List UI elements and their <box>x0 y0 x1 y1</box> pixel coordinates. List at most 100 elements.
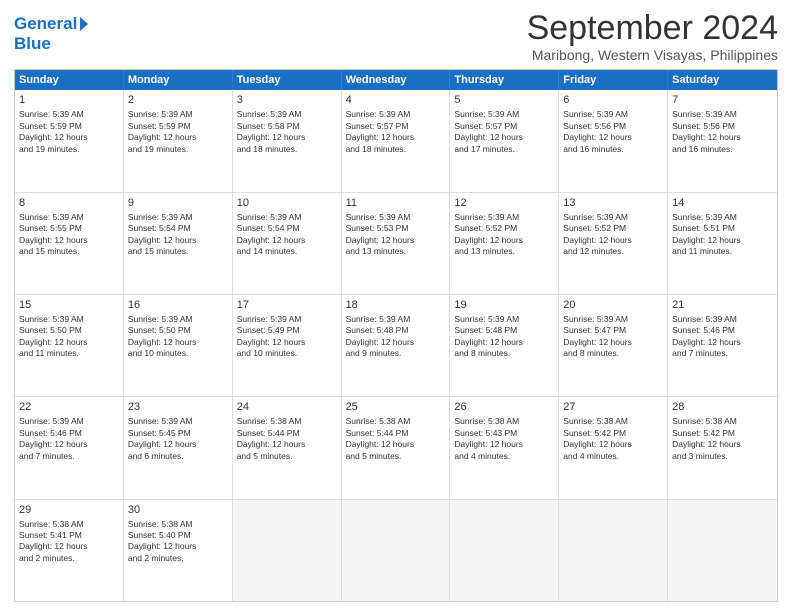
day-2: 2 Sunrise: 5:39 AM Sunset: 5:59 PM Dayli… <box>124 90 233 191</box>
day-5-line3: Daylight: 12 hours <box>454 132 523 142</box>
day-2-line2: Sunset: 5:59 PM <box>128 121 191 131</box>
day-num-30: 30 <box>128 503 228 518</box>
day-6: 6 Sunrise: 5:39 AM Sunset: 5:56 PM Dayli… <box>559 90 668 191</box>
empty-cell-2 <box>342 500 451 601</box>
day-29: 29 Sunrise: 5:38 AM Sunset: 5:41 PM Dayl… <box>15 500 124 601</box>
header-saturday: Saturday <box>668 70 777 90</box>
day-7-line4: and 16 minutes. <box>672 144 732 154</box>
day-num-6: 6 <box>563 93 663 108</box>
week-row-1: 1 Sunrise: 5:39 AM Sunset: 5:59 PM Dayli… <box>15 90 777 192</box>
day-3: 3 Sunrise: 5:39 AM Sunset: 5:58 PM Dayli… <box>233 90 342 191</box>
day-1-line4: and 19 minutes. <box>19 144 79 154</box>
day-num-22: 22 <box>19 400 119 415</box>
header: General Blue September 2024 Maribong, We… <box>14 10 778 63</box>
day-num-9: 9 <box>128 196 228 211</box>
day-6-line2: Sunset: 5:56 PM <box>563 121 626 131</box>
day-num-13: 13 <box>563 196 663 211</box>
day-4: 4 Sunrise: 5:39 AM Sunset: 5:57 PM Dayli… <box>342 90 451 191</box>
month-title: September 2024 <box>527 10 778 47</box>
day-30: 30 Sunrise: 5:38 AM Sunset: 5:40 PM Dayl… <box>124 500 233 601</box>
day-num-4: 4 <box>346 93 446 108</box>
empty-cell-3 <box>450 500 559 601</box>
empty-cell-4 <box>559 500 668 601</box>
day-num-5: 5 <box>454 93 554 108</box>
day-6-line1: Sunrise: 5:39 AM <box>563 109 628 119</box>
calendar: Sunday Monday Tuesday Wednesday Thursday… <box>14 69 778 602</box>
day-15: 15 Sunrise: 5:39 AM Sunset: 5:50 PM Dayl… <box>15 295 124 396</box>
day-7-line2: Sunset: 5:56 PM <box>672 121 735 131</box>
header-tuesday: Tuesday <box>233 70 342 90</box>
day-14: 14 Sunrise: 5:39 AM Sunset: 5:51 PM Dayl… <box>668 193 777 294</box>
day-17: 17 Sunrise: 5:39 AM Sunset: 5:49 PM Dayl… <box>233 295 342 396</box>
day-num-18: 18 <box>346 298 446 313</box>
day-5-line4: and 17 minutes. <box>454 144 514 154</box>
day-6-line4: and 16 minutes. <box>563 144 623 154</box>
day-23: 23 Sunrise: 5:39 AM Sunset: 5:45 PM Dayl… <box>124 397 233 498</box>
day-num-23: 23 <box>128 400 228 415</box>
day-1-line2: Sunset: 5:59 PM <box>19 121 82 131</box>
day-5-line2: Sunset: 5:57 PM <box>454 121 517 131</box>
day-6-line3: Daylight: 12 hours <box>563 132 632 142</box>
day-num-17: 17 <box>237 298 337 313</box>
day-5: 5 Sunrise: 5:39 AM Sunset: 5:57 PM Dayli… <box>450 90 559 191</box>
week-row-2: 8 Sunrise: 5:39 AM Sunset: 5:55 PM Dayli… <box>15 193 777 295</box>
header-monday: Monday <box>124 70 233 90</box>
day-num-19: 19 <box>454 298 554 313</box>
day-3-line3: Daylight: 12 hours <box>237 132 306 142</box>
day-19: 19 Sunrise: 5:39 AM Sunset: 5:48 PM Dayl… <box>450 295 559 396</box>
day-1-line1: Sunrise: 5:39 AM <box>19 109 84 119</box>
day-26: 26 Sunrise: 5:38 AM Sunset: 5:43 PM Dayl… <box>450 397 559 498</box>
day-num-12: 12 <box>454 196 554 211</box>
day-1-line3: Daylight: 12 hours <box>19 132 88 142</box>
week-row-3: 15 Sunrise: 5:39 AM Sunset: 5:50 PM Dayl… <box>15 295 777 397</box>
day-num-26: 26 <box>454 400 554 415</box>
day-num-15: 15 <box>19 298 119 313</box>
day-4-line1: Sunrise: 5:39 AM <box>346 109 411 119</box>
day-num-8: 8 <box>19 196 119 211</box>
title-area: September 2024 Maribong, Western Visayas… <box>527 10 778 63</box>
page: General Blue September 2024 Maribong, We… <box>0 0 792 612</box>
day-18: 18 Sunrise: 5:39 AM Sunset: 5:48 PM Dayl… <box>342 295 451 396</box>
logo-general-text: General <box>14 14 77 34</box>
header-friday: Friday <box>559 70 668 90</box>
day-num-1: 1 <box>19 93 119 108</box>
day-num-16: 16 <box>128 298 228 313</box>
logo: General Blue <box>14 10 88 54</box>
day-3-line2: Sunset: 5:58 PM <box>237 121 300 131</box>
day-num-29: 29 <box>19 503 119 518</box>
day-20: 20 Sunrise: 5:39 AM Sunset: 5:47 PM Dayl… <box>559 295 668 396</box>
calendar-body: 1 Sunrise: 5:39 AM Sunset: 5:59 PM Dayli… <box>15 90 777 601</box>
day-4-line2: Sunset: 5:57 PM <box>346 121 409 131</box>
day-4-line4: and 18 minutes. <box>346 144 406 154</box>
day-27: 27 Sunrise: 5:38 AM Sunset: 5:42 PM Dayl… <box>559 397 668 498</box>
week-row-5: 29 Sunrise: 5:38 AM Sunset: 5:41 PM Dayl… <box>15 500 777 601</box>
day-1: 1 Sunrise: 5:39 AM Sunset: 5:59 PM Dayli… <box>15 90 124 191</box>
day-12: 12 Sunrise: 5:39 AM Sunset: 5:52 PM Dayl… <box>450 193 559 294</box>
day-9: 9 Sunrise: 5:39 AM Sunset: 5:54 PM Dayli… <box>124 193 233 294</box>
day-num-10: 10 <box>237 196 337 211</box>
week-row-4: 22 Sunrise: 5:39 AM Sunset: 5:46 PM Dayl… <box>15 397 777 499</box>
day-num-20: 20 <box>563 298 663 313</box>
day-21: 21 Sunrise: 5:39 AM Sunset: 5:46 PM Dayl… <box>668 295 777 396</box>
day-2-line1: Sunrise: 5:39 AM <box>128 109 193 119</box>
day-24: 24 Sunrise: 5:38 AM Sunset: 5:44 PM Dayl… <box>233 397 342 498</box>
day-7-line3: Daylight: 12 hours <box>672 132 741 142</box>
day-10: 10 Sunrise: 5:39 AM Sunset: 5:54 PM Dayl… <box>233 193 342 294</box>
day-5-line1: Sunrise: 5:39 AM <box>454 109 519 119</box>
calendar-header: Sunday Monday Tuesday Wednesday Thursday… <box>15 70 777 90</box>
day-2-line3: Daylight: 12 hours <box>128 132 197 142</box>
day-7: 7 Sunrise: 5:39 AM Sunset: 5:56 PM Dayli… <box>668 90 777 191</box>
empty-cell-1 <box>233 500 342 601</box>
day-num-21: 21 <box>672 298 773 313</box>
day-3-line1: Sunrise: 5:39 AM <box>237 109 302 119</box>
day-num-24: 24 <box>237 400 337 415</box>
day-4-line3: Daylight: 12 hours <box>346 132 415 142</box>
day-22: 22 Sunrise: 5:39 AM Sunset: 5:46 PM Dayl… <box>15 397 124 498</box>
location-subtitle: Maribong, Western Visayas, Philippines <box>527 47 778 63</box>
day-num-28: 28 <box>672 400 773 415</box>
day-8: 8 Sunrise: 5:39 AM Sunset: 5:55 PM Dayli… <box>15 193 124 294</box>
header-thursday: Thursday <box>450 70 559 90</box>
day-25: 25 Sunrise: 5:38 AM Sunset: 5:44 PM Dayl… <box>342 397 451 498</box>
day-3-line4: and 18 minutes. <box>237 144 297 154</box>
logo-blue-text: Blue <box>14 34 51 54</box>
